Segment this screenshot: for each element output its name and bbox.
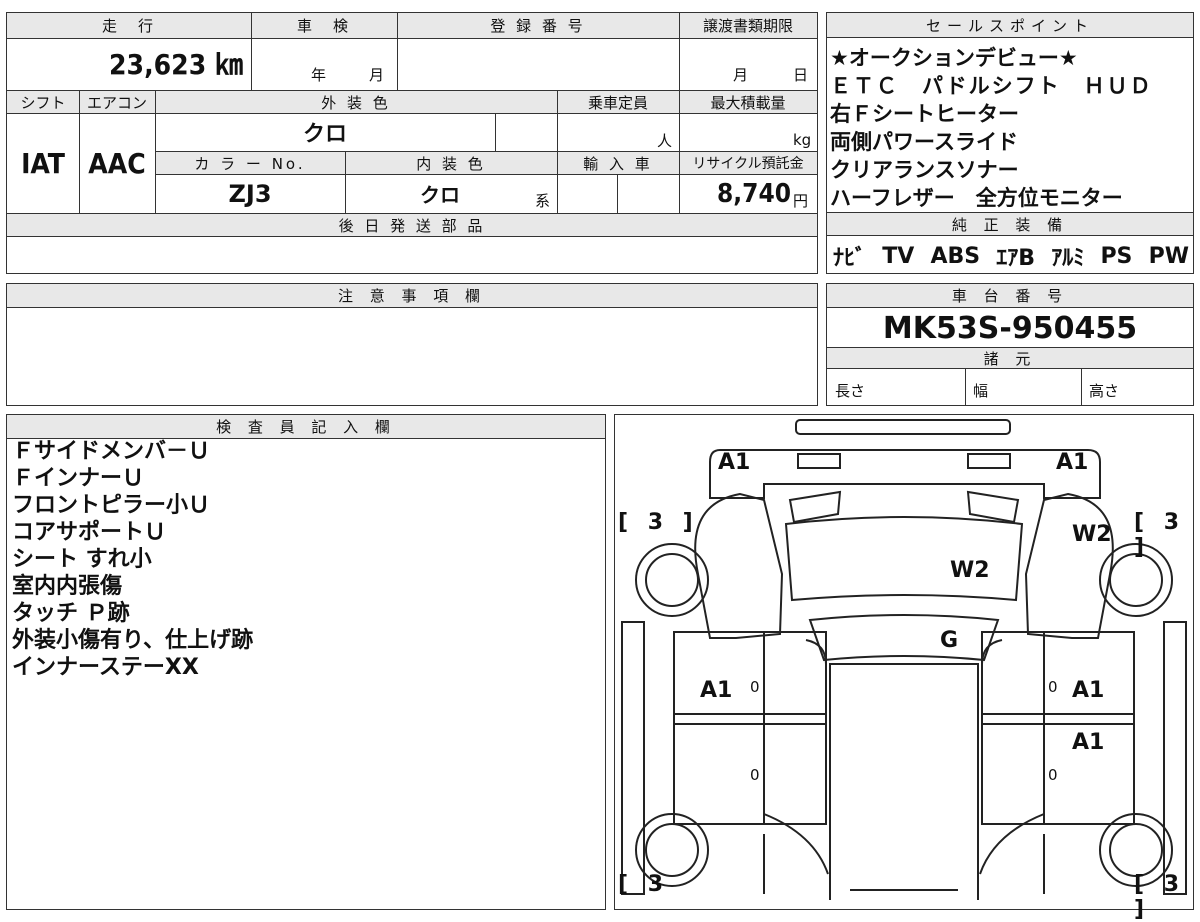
inspector-line: タッチ Ｐ跡 (12, 601, 130, 626)
inspection-year-unit: 年 (311, 65, 327, 84)
inspector-line: コアサポートＵ (12, 520, 167, 545)
sales-point: ハーフレザー 全方位モニター (830, 186, 1123, 210)
shift-label: シフト (7, 91, 79, 113)
tire-depth-rear-right: [ 3 ] (1134, 872, 1186, 922)
car-diagram (621, 419, 1187, 900)
aircon-value: AAC (88, 146, 146, 180)
inspector-line: Ｆサイドメンバ－Ｕ (12, 439, 211, 464)
tire-depth-front-left: [ 3 ] (618, 510, 699, 535)
equipment-label: 純 正 装 備 (827, 212, 1193, 236)
equipment-item: ABS (930, 243, 981, 269)
transfer-deadline-label: 譲渡書類期限 (679, 13, 817, 38)
deadline-month-unit: 月 (733, 65, 749, 84)
mileage-value: 23,623 ㎞ (109, 48, 243, 81)
equipment-item: PW (1148, 243, 1189, 269)
damage-mark-right-rear-door: A1 (1072, 730, 1105, 755)
interior-color-label: 内 装 色 (345, 152, 557, 174)
inspector-label: 検 査 員 記 入 欄 (7, 415, 605, 439)
inspector-line: 室内内張傷 (12, 574, 123, 599)
exterior-color-value: クロ (302, 122, 347, 147)
specs-label: 諸 元 (827, 347, 1193, 369)
length-label: 長さ (835, 381, 866, 400)
door-zero-mark: 0 (1048, 678, 1058, 696)
tire-depth-front-right: [ 3 ] (1134, 510, 1186, 560)
interior-suffix: 系 (535, 191, 551, 210)
aircon-label: エアコン (79, 91, 155, 113)
shift-value: IAT (21, 146, 65, 180)
notes-panel: 注 意 事 項 欄 (6, 283, 818, 406)
max-load-label: 最大積載量 (679, 91, 817, 113)
damage-mark-front-left: A1 (718, 450, 751, 475)
height-label: 高さ (1089, 381, 1120, 400)
sales-point: 両側パワースライド (830, 130, 1018, 154)
interior-color-value: クロ (420, 183, 460, 207)
damage-mark-right-front-door: A1 (1072, 678, 1105, 703)
recycle-unit: 円 (793, 191, 809, 210)
chassis-label: 車 台 番 号 (827, 284, 1193, 308)
registration-label: 登 録 番 号 (397, 13, 679, 38)
inspection-label: 車 検 (251, 13, 397, 38)
inspector-notes: Ｆサイドメンバ－Ｕ ＦインナーＵ フロントピラー小Ｕ コアサポートＵ シート す… (12, 438, 253, 681)
equipment-item: ｴｱB (996, 246, 1036, 271)
damage-mark-hood: W2 (950, 558, 990, 583)
sales-points-list: ★オークションデビュー★ ＥＴＣ パドルシフト ＨＵＤ 右Ｆシートヒーター 両側… (830, 44, 1153, 212)
damage-mark-right-fender: W2 (1072, 522, 1112, 547)
recycle-value: 8,740 (717, 178, 791, 209)
inspector-line: 外装小傷有り、仕上げ跡 (12, 628, 254, 653)
sales-point: ★オークションデビュー★ (830, 46, 1078, 70)
exterior-color-label: 外 装 色 (155, 91, 557, 113)
door-zero-mark: 0 (750, 766, 760, 784)
capacity-unit: 人 (657, 131, 673, 150)
sales-point: クリアランスソナー (830, 158, 1019, 182)
inspector-line: フロントピラー小Ｕ (12, 493, 211, 518)
sales-points-label: セールスポイント (827, 13, 1193, 38)
inspection-month-unit: 月 (369, 65, 385, 84)
capacity-label: 乗車定員 (557, 91, 679, 113)
sales-point: ＥＴＣ パドルシフト ＨＵＤ (830, 74, 1153, 98)
equipment-item: ｱﾙﾐ (1051, 246, 1085, 271)
equipment-item: TV (882, 243, 915, 269)
inspector-line: シート すれ小 (12, 547, 152, 572)
max-load-unit: kg (793, 131, 812, 149)
recycle-label: リサイクル預託金 (679, 152, 817, 174)
notes-label: 注 意 事 項 欄 (7, 284, 817, 308)
tire-depth-rear-left: [ 3 (618, 872, 670, 897)
equipment-item: ﾅﾋﾞ (833, 246, 867, 271)
import-label: 輸 入 車 (557, 152, 679, 174)
inspector-line: インナーステーXX (12, 655, 199, 680)
damage-mark-windshield: G (940, 628, 959, 653)
mileage-label: 走 行 (7, 13, 251, 38)
equipment-item: PS (1100, 243, 1133, 269)
damage-mark-left-door: A1 (700, 678, 733, 703)
color-no-value: ZJ3 (228, 179, 272, 208)
door-zero-mark: 0 (1048, 766, 1058, 784)
door-zero-mark: 0 (750, 678, 760, 696)
spec-panel: 走 行 車 検 登 録 番 号 譲渡書類期限 23,623 ㎞ 年 月 月 日 … (6, 12, 818, 274)
deadline-day-unit: 日 (793, 65, 809, 84)
damage-mark-front-right: A1 (1056, 450, 1089, 475)
color-no-label: カ ラ ー No. (155, 152, 345, 174)
inspector-line: ＦインナーＵ (12, 466, 145, 491)
chassis-panel: 車 台 番 号 MK53S-950455 諸 元 長さ 幅 高さ (826, 283, 1194, 406)
chassis-number: MK53S-950455 (882, 310, 1138, 346)
later-parts-label: 後 日 発 送 部 品 (7, 214, 817, 236)
equipment-list: ﾅﾋﾞ TV ABS ｴｱB ｱﾙﾐ PS PW (833, 239, 1189, 273)
sales-point: 右Ｆシートヒーター (830, 102, 1019, 126)
width-label: 幅 (973, 381, 989, 400)
